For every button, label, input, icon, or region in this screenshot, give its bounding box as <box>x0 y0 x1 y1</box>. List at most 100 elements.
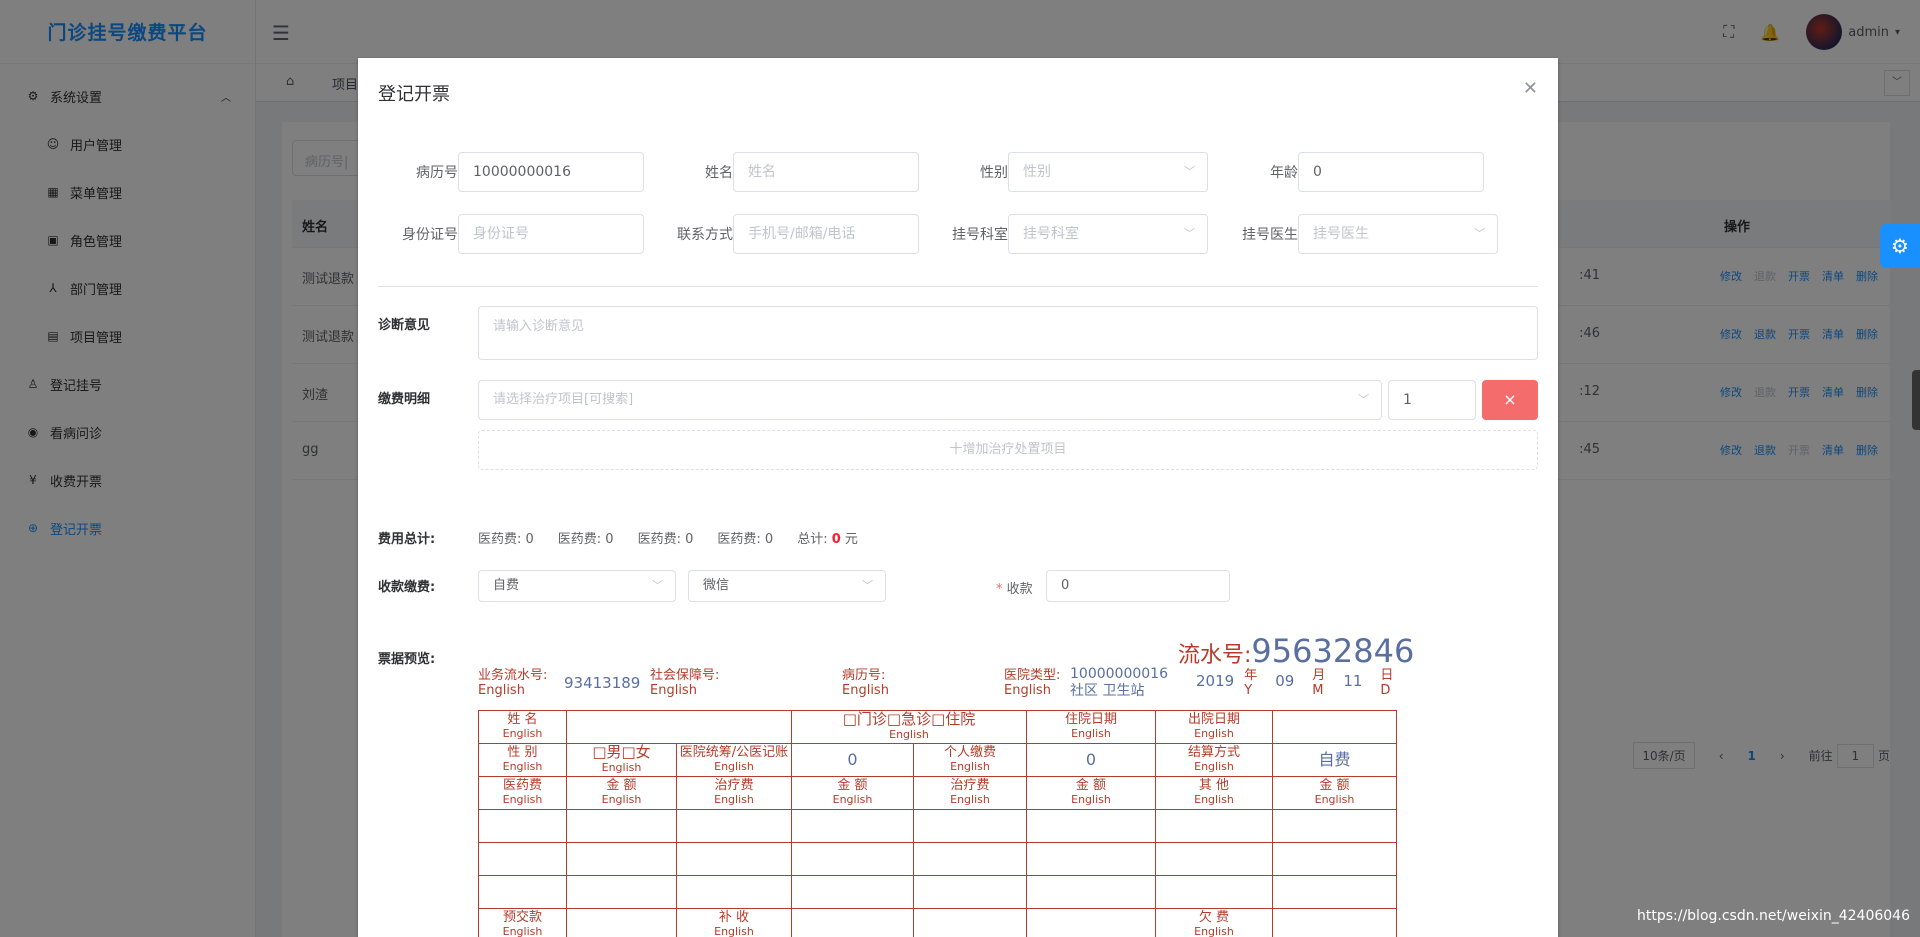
chevron-down-icon: ﹀ <box>1184 227 1195 240</box>
receipt-hosp-value: 10000000016 社区 卫生站 <box>1070 666 1168 699</box>
chevron-down-icon: ﹀ <box>1474 227 1485 240</box>
dialog-title: 登记开票 <box>378 84 450 105</box>
receipt-cell <box>791 908 914 937</box>
id-input[interactable]: 身份证号 <box>458 214 644 254</box>
dept-select[interactable]: 挂号科室 ﹀ <box>1008 214 1208 254</box>
receive-label: * 收款 <box>996 582 1033 597</box>
diagnosis-textarea[interactable]: 请输入诊断意见 <box>478 306 1538 360</box>
fees-summary: 医药费: 0 医药费: 0 医药费: 0 医药费: 0 总计: 0 元 <box>478 532 858 547</box>
contact-label: 联系方式 <box>677 227 733 243</box>
receipt-cell: 预交款 English <box>478 908 567 937</box>
receipt-case-label: 病历号: English <box>842 668 889 698</box>
receipt-settle-value: 自费 <box>1272 743 1397 777</box>
receipt-cell <box>1272 842 1397 876</box>
quantity-input[interactable]: 1 <box>1388 380 1476 420</box>
receipt-cell <box>1026 842 1156 876</box>
chevron-down-icon: ﹀ <box>652 579 663 592</box>
receipt-cell: 金 额 English <box>791 776 914 810</box>
receipt-cell <box>676 875 792 909</box>
receipt-cell <box>676 842 792 876</box>
receipt-cell: □男□女 English <box>566 743 677 777</box>
receipt-cell: 金 额 English <box>1026 776 1156 810</box>
receipt-cell <box>1155 875 1273 909</box>
pay-label: 收款缴费: <box>378 580 436 595</box>
receipt-cell <box>1272 875 1397 909</box>
receipt-cell <box>676 809 792 843</box>
receipt-cell: 姓 名 English <box>478 710 567 744</box>
case-no-input[interactable]: 10000000016 <box>458 152 644 192</box>
items-label: 缴费明细 <box>378 392 431 407</box>
watermark: https://blog.csdn.net/weixin_42406046 <box>1636 908 1910 924</box>
receipt-cell <box>1026 875 1156 909</box>
form-divider <box>378 286 1538 287</box>
doctor-label: 挂号医生 <box>1242 227 1298 243</box>
contact-input[interactable]: 手机号/邮箱/电话 <box>733 214 919 254</box>
receipt-cell: 性 别 English <box>478 743 567 777</box>
name-input[interactable]: 姓名 <box>733 152 919 192</box>
receipt-ins-value: 0 <box>791 743 914 777</box>
drawer-handle[interactable] <box>1912 370 1920 430</box>
doctor-select[interactable]: 挂号医生 ﹀ <box>1298 214 1498 254</box>
pay-type-select[interactable]: 自费 ﹀ <box>478 570 676 602</box>
receipt-cell: 其 他 English <box>1155 776 1273 810</box>
receipt-cell: 金 额 English <box>1272 776 1397 810</box>
diagnosis-label: 诊断意见 <box>378 318 431 333</box>
receipt-cell <box>566 710 792 744</box>
age-input[interactable]: 0 <box>1298 152 1484 192</box>
age-label: 年龄 <box>1270 165 1298 181</box>
receipt-ss-label: 社会保障号: English <box>650 668 720 698</box>
receipt-cell <box>791 809 914 843</box>
receipt-cell <box>478 842 567 876</box>
receive-input[interactable]: 0 <box>1046 570 1230 602</box>
id-label: 身份证号 <box>402 227 458 243</box>
chevron-down-icon: ﹀ <box>1184 165 1195 178</box>
invoice-dialog: 登记开票 ✕ 病历号 10000000016 姓名 姓名 性别 性别 ﹀ 年龄 0… <box>358 58 1558 937</box>
receipt-cell <box>1272 908 1397 937</box>
case-no-label: 病历号 <box>416 165 458 181</box>
treatment-select[interactable]: 请选择治疗项目[可搜索] ﹀ <box>478 380 1382 420</box>
receipt-cell: 出院日期 English <box>1155 710 1273 744</box>
chevron-down-icon: ﹀ <box>862 579 873 592</box>
gender-select[interactable]: 性别 ﹀ <box>1008 152 1208 192</box>
receipt-cell: 医院统筹/公医记账 English <box>676 743 792 777</box>
close-icon[interactable]: ✕ <box>1523 78 1538 99</box>
receipt-cell <box>1155 809 1273 843</box>
receipt-cell <box>913 809 1027 843</box>
receipt-cell <box>1026 809 1156 843</box>
dept-label: 挂号科室 <box>952 227 1008 243</box>
receipt-cell <box>913 842 1027 876</box>
receipt-cell: 医药费 English <box>478 776 567 810</box>
receipt-cell: 治疗费 English <box>913 776 1027 810</box>
receipt-date: 2019 年Y 09 月M 11 日D <box>1196 668 1394 698</box>
receipt-cell: 补 收 English <box>676 908 792 937</box>
receipt-cell: 治疗费 English <box>676 776 792 810</box>
receipt-cell <box>1026 908 1156 937</box>
receipt-biz-no: 93413189 <box>564 674 641 692</box>
receipt-cell: 个人缴费 English <box>913 743 1027 777</box>
gender-label: 性别 <box>980 165 1008 181</box>
receipt-hosp-label: 医院类型: English <box>1004 668 1061 698</box>
remove-item-button[interactable]: × <box>1482 380 1538 420</box>
receipt-cell <box>566 842 677 876</box>
receipt-cell <box>913 908 1027 937</box>
receipt-cell <box>478 875 567 909</box>
preview-label: 票据预览: <box>378 652 436 667</box>
receipt-cell <box>791 842 914 876</box>
receipt-cell <box>1155 842 1273 876</box>
receipt-cell: 金 额 English <box>566 776 677 810</box>
receipt-self-value: 0 <box>1026 743 1156 777</box>
receipt-cell <box>913 875 1027 909</box>
chevron-down-icon: ﹀ <box>1358 393 1369 406</box>
receipt-cell <box>791 875 914 909</box>
name-label: 姓名 <box>705 165 733 181</box>
receipt-cell: □门诊□急诊□住院 English <box>791 710 1027 744</box>
receipt-cell <box>1272 710 1397 744</box>
pay-method-select[interactable]: 微信 ﹀ <box>688 570 886 602</box>
receipt-cell <box>566 809 677 843</box>
receipt-cell: 结算方式 English <box>1155 743 1273 777</box>
receipt-serial: 流水号:95632846 <box>1178 632 1415 670</box>
receipt-biz-label: 业务流水号: English <box>478 668 548 698</box>
add-item-button[interactable]: 十增加治疗处置项目 <box>478 430 1538 470</box>
receipt-cell <box>566 908 677 937</box>
settings-gear-icon[interactable]: ⚙ <box>1880 224 1920 268</box>
